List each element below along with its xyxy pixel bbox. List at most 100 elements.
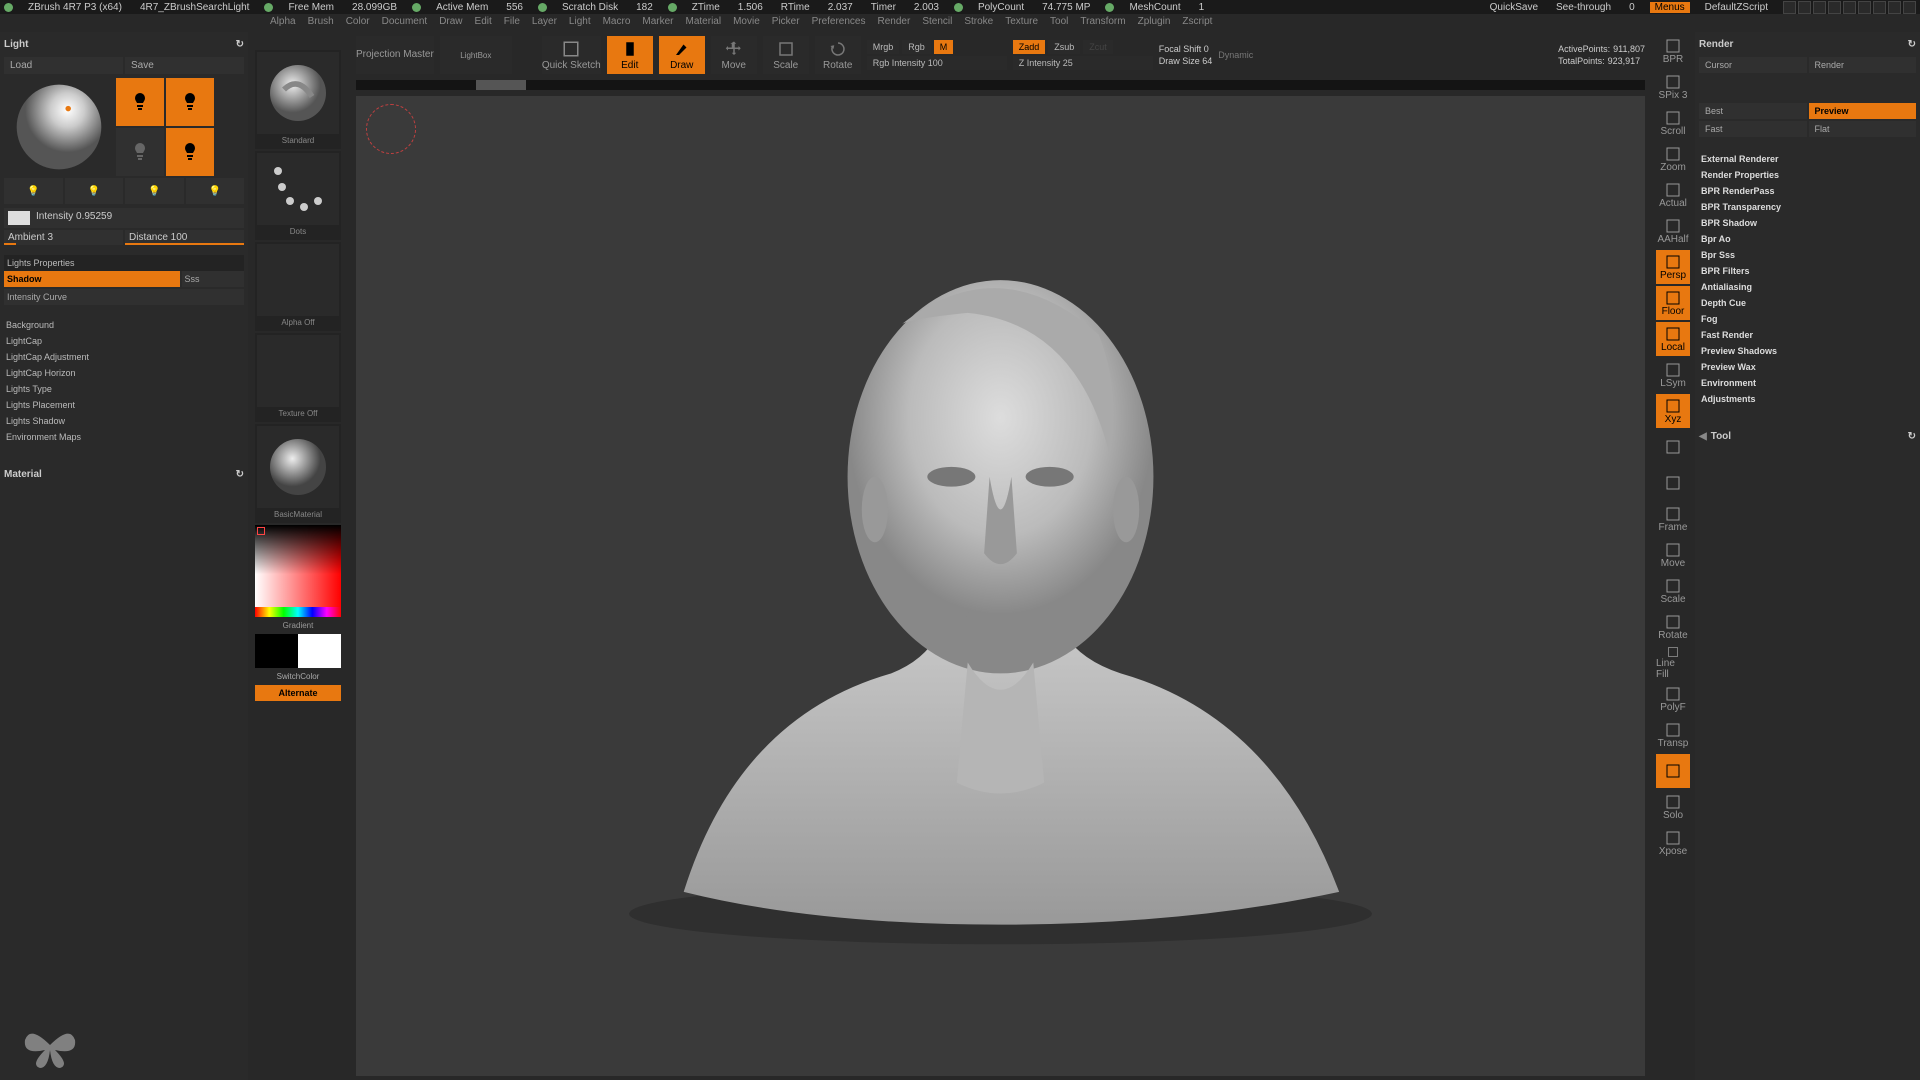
stroke-tile-dots[interactable]: Dots [255,151,341,240]
light-slot-3[interactable] [116,128,164,176]
light-slot-8[interactable]: 💡 [186,178,245,204]
spix-button[interactable]: SPix 3 [1656,70,1690,104]
zadd-button[interactable]: Zadd [1013,40,1046,54]
close-icon[interactable] [1903,1,1916,14]
render-preview-shadows[interactable]: Preview Shadows [1699,343,1916,359]
minimize-icon[interactable] [1873,1,1886,14]
rotate-button[interactable]: Rotate [815,36,861,74]
light-color-swatch[interactable] [8,211,30,225]
draw-button[interactable]: Draw [659,36,705,74]
rgb-button[interactable]: Rgb [902,40,931,54]
transp-button[interactable]: Transp [1656,718,1690,752]
mrgb-button[interactable]: Mrgb [867,40,900,54]
switchcolor-button[interactable]: SwitchColor [275,670,322,683]
material-panel-header[interactable]: Material ↻ [4,463,244,480]
scroll-button[interactable]: Scroll [1656,106,1690,140]
dynamic-label[interactable]: Dynamic [1218,50,1253,60]
menu-draw[interactable]: Draw [439,16,462,32]
menu-layer[interactable]: Layer [532,16,557,32]
menu-light[interactable]: Light [569,16,591,32]
menu-macro[interactable]: Macro [603,16,631,32]
zcut-button[interactable]: Zcut [1083,40,1113,54]
intensity-curve-button[interactable]: Intensity Curve [4,289,244,305]
bpr-button[interactable]: BPR [1656,34,1690,68]
icon-f[interactable] [1858,1,1871,14]
scale-button[interactable]: Scale [1656,574,1690,608]
refresh-icon[interactable]: ↻ [1908,431,1916,442]
z-intensity-slider[interactable]: Z Intensity 25 [1013,56,1153,70]
icon-e[interactable] [1843,1,1856,14]
zoom-button[interactable]: Zoom [1656,142,1690,176]
brush-tile-standard[interactable]: Standard [255,50,341,149]
swatches[interactable] [255,634,341,668]
color-picker[interactable] [255,525,341,607]
menu-preferences[interactable]: Preferences [812,16,866,32]
icon-d[interactable] [1828,1,1841,14]
menu-tool[interactable]: Tool [1050,16,1068,32]
render-adjustments[interactable]: Adjustments [1699,391,1916,407]
tool-panel-header[interactable]: ◀ Tool ↻ [1699,425,1916,442]
section-environment-maps[interactable]: Environment Maps [4,429,244,445]
xpose-button[interactable]: Xpose [1656,826,1690,860]
save-button[interactable]: Save [125,57,244,74]
render-render-properties[interactable]: Render Properties [1699,167,1916,183]
intensity-slider[interactable]: Intensity 0.95259 [36,211,112,225]
lights-properties-header[interactable]: Lights Properties [4,255,244,271]
move-button[interactable]: Move [711,36,757,74]
defaultzscript-button[interactable]: DefaultZScript [1705,2,1768,13]
fast-button[interactable]: Fast [1699,121,1807,137]
quick-sketch-button[interactable]: Quick Sketch [542,36,601,74]
menu-file[interactable]: File [504,16,520,32]
sss-button[interactable]: Sss [182,271,245,287]
xyz-button[interactable]: Xyz [1656,394,1690,428]
menu-color[interactable]: Color [346,16,370,32]
render-bpr-filters[interactable]: BPR Filters [1699,263,1916,279]
icon-b[interactable] [1798,1,1811,14]
lightbox-button[interactable]: LightBox [440,36,512,74]
scale-button[interactable]: Scale [763,36,809,74]
flat-button[interactable]: Flat [1809,121,1917,137]
menu-texture[interactable]: Texture [1005,16,1038,32]
linefill-button[interactable]: Line Fill [1656,646,1690,680]
menu-document[interactable]: Document [382,16,428,32]
light-slot-2[interactable] [166,78,214,126]
ambient-slider[interactable]: Ambient 3 [4,230,123,245]
actual-button[interactable]: Actual [1656,178,1690,212]
render-button[interactable]: Render [1809,57,1917,73]
menu-edit[interactable]: Edit [475,16,492,32]
light-slot-5[interactable]: 💡 [4,178,63,204]
circ2-button[interactable] [1656,466,1690,500]
ghost-button[interactable] [1656,754,1690,788]
icon-a[interactable] [1783,1,1796,14]
alternate-button[interactable]: Alternate [255,685,341,701]
lsym-button[interactable]: LSym [1656,358,1690,392]
light-panel-header[interactable]: Light ↻ [4,36,244,53]
viewport[interactable] [356,96,1645,1076]
solo-button[interactable]: Solo [1656,790,1690,824]
timeline[interactable] [356,80,1645,90]
render-panel-header[interactable]: Render ↻ [1699,36,1916,53]
best-button[interactable]: Best [1699,103,1807,119]
menu-stencil[interactable]: Stencil [922,16,952,32]
menu-transform[interactable]: Transform [1080,16,1125,32]
persp-button[interactable]: Persp [1656,250,1690,284]
floor-button[interactable]: Floor [1656,286,1690,320]
render-bpr-sss[interactable]: Bpr Sss [1699,247,1916,263]
distance-slider[interactable]: Distance 100 [125,230,244,245]
draw-size-slider[interactable]: Draw Size 64 [1159,56,1213,66]
local-button[interactable]: Local [1656,322,1690,356]
material-tile[interactable]: BasicMaterial [255,424,341,523]
edit-button[interactable]: Edit [607,36,653,74]
light-slot-6[interactable]: 💡 [65,178,124,204]
m-button[interactable]: M [934,40,954,54]
alpha-tile[interactable]: Alpha Off [255,242,341,331]
zsub-button[interactable]: Zsub [1048,40,1080,54]
light-slot-7[interactable]: 💡 [125,178,184,204]
cursor-button[interactable]: Cursor [1699,57,1807,73]
move-button[interactable]: Move [1656,538,1690,572]
section-lightcap-horizon[interactable]: LightCap Horizon [4,365,244,381]
maximize-icon[interactable] [1888,1,1901,14]
render-fast-render[interactable]: Fast Render [1699,327,1916,343]
refresh-icon[interactable]: ↻ [236,39,244,50]
section-lights-placement[interactable]: Lights Placement [4,397,244,413]
